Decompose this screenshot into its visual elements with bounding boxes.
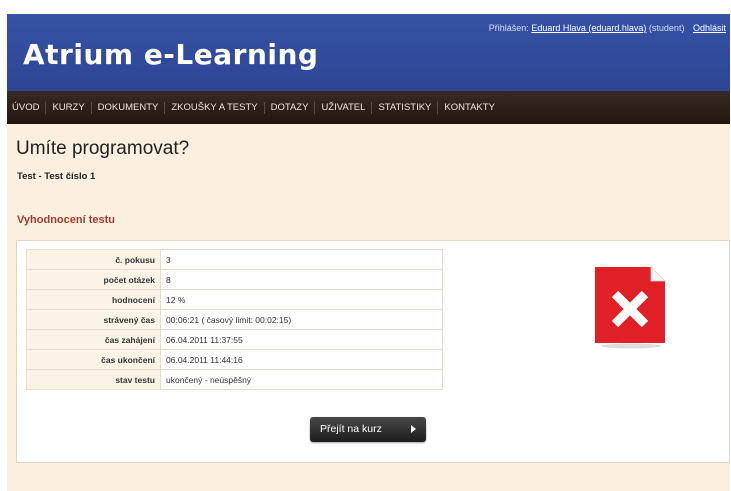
- table-row: čas ukončení 06.04.2011 11:44:16: [26, 349, 443, 370]
- row-label: stav testu: [26, 369, 161, 390]
- page: Atrium e-Learning Přihlášen: Eduard Hlav…: [7, 14, 730, 491]
- table-row: č. pokusu 3: [26, 249, 443, 270]
- nav-item-dotazy[interactable]: DOTAZY: [265, 101, 316, 114]
- nav-item-zkousky-a-testy[interactable]: ZKOUŠKY A TESTY: [165, 101, 265, 114]
- user-profile-link[interactable]: Eduard Hlava (eduard.hlava): [531, 23, 646, 33]
- table-row: stav testu ukončený - neúspěšný: [26, 369, 443, 390]
- nav-item-uzivatel[interactable]: UŽIVATEL: [315, 101, 373, 114]
- results-panel: č. pokusu 3 počet otázek 8 hodnocení 12 …: [16, 240, 730, 463]
- row-label: čas ukončení: [26, 349, 161, 370]
- nav-item-uvod[interactable]: ÚVOD: [7, 101, 47, 114]
- table-row: hodnocení 12 %: [26, 289, 443, 310]
- user-bar: Přihlášen: Eduard Hlava (eduard.hlava) (…: [489, 23, 726, 33]
- site-logo[interactable]: Atrium e-Learning: [23, 38, 318, 71]
- row-value: 06.04.2011 11:44:16: [160, 349, 443, 370]
- nav-item-kurzy[interactable]: KURZY: [46, 101, 92, 114]
- row-label: strávený čas: [26, 309, 161, 330]
- logged-in-label: Přihlášen:: [488, 23, 529, 33]
- user-role: (student): [648, 23, 685, 33]
- row-value: 06.04.2011 11:37:55: [160, 329, 443, 350]
- row-value: 8: [160, 269, 443, 290]
- row-value: ukončený - neúspěšný: [160, 369, 443, 390]
- nav-item-statistiky[interactable]: STATISTIKY: [372, 101, 439, 114]
- nav-item-dokumenty[interactable]: DOKUMENTY: [92, 101, 166, 114]
- logout-link[interactable]: Odhlásit: [693, 23, 726, 33]
- row-value: 3: [160, 249, 443, 270]
- header: Atrium e-Learning Přihlášen: Eduard Hlav…: [7, 14, 730, 91]
- main-nav: ÚVOD KURZY DOKUMENTY ZKOUŠKY A TESTY DOT…: [7, 91, 730, 124]
- go-to-course-label: Přejít na kurz: [320, 423, 382, 435]
- table-row: strávený čas 00:06:21 ( časový limit: 00…: [26, 309, 443, 330]
- page-title: Umíte programovat?: [16, 138, 190, 159]
- nav-item-kontakty[interactable]: KONTAKTY: [438, 102, 501, 114]
- fail-document-icon: [593, 265, 667, 349]
- arrow-right-icon: [411, 425, 416, 433]
- section-heading: Vyhodnocení testu: [17, 214, 115, 226]
- row-label: počet otázek: [26, 269, 161, 290]
- row-label: hodnocení: [26, 289, 161, 310]
- row-label: čas zahájení: [26, 329, 161, 350]
- row-value: 00:06:21 ( časový limit: 00:02:15): [160, 309, 443, 330]
- table-row: počet otázek 8: [26, 269, 443, 290]
- test-subtitle: Test - Test číslo 1: [17, 171, 96, 182]
- go-to-course-button[interactable]: Přejít na kurz: [310, 417, 426, 442]
- results-table: č. pokusu 3 počet otázek 8 hodnocení 12 …: [26, 249, 443, 390]
- table-row: čas zahájení 06.04.2011 11:37:55: [26, 329, 443, 350]
- row-value: 12 %: [160, 289, 443, 310]
- row-label: č. pokusu: [26, 249, 161, 270]
